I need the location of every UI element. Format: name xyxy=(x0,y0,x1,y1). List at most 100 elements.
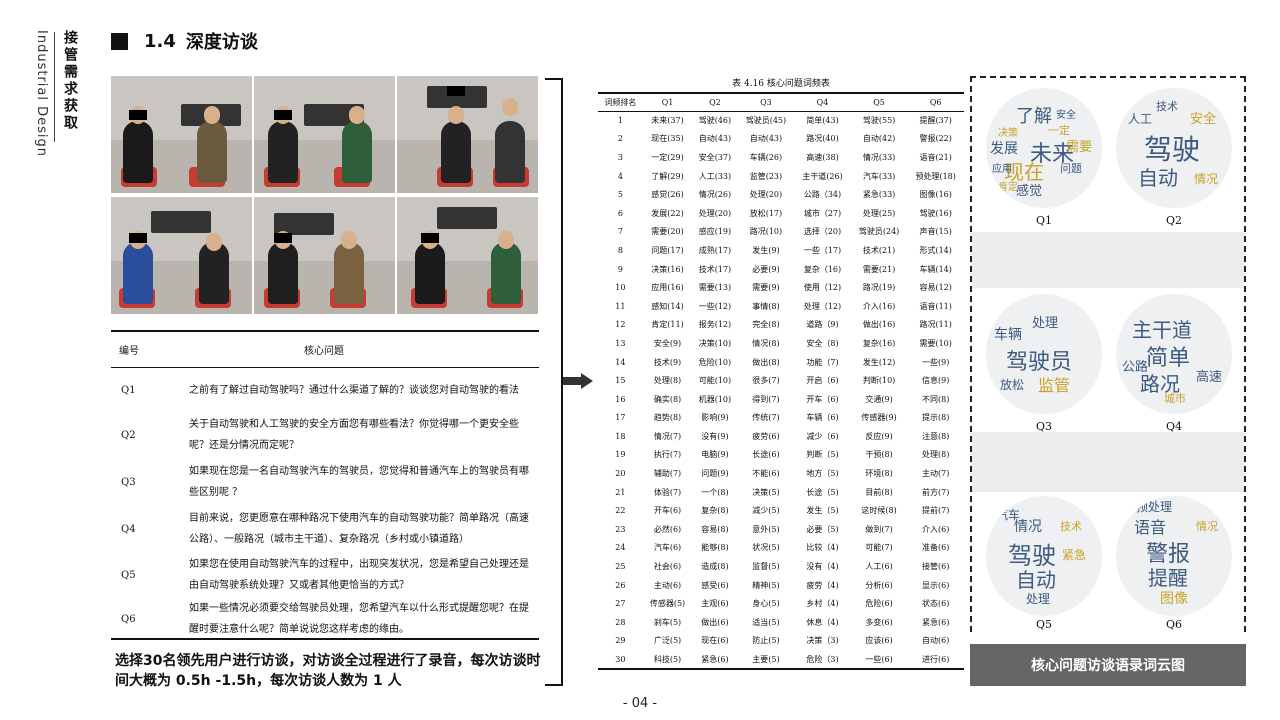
page-number: - 04 - xyxy=(622,696,658,711)
cloud-label-q5: Q5 xyxy=(1035,618,1053,631)
rank-cell: 24 xyxy=(615,543,626,553)
freq-cell: 适当(5) xyxy=(752,617,780,627)
freq-cell: 做出(8) xyxy=(752,357,780,367)
freq-cell: 社会(6) xyxy=(653,562,682,572)
cloud-word: 问题 xyxy=(1060,162,1082,175)
question-row: Q6 如果一些情况必须要交给驾驶员处理，您希望汽车以什么形式提醒您呢？在提醒时要… xyxy=(111,598,539,640)
interview-photo xyxy=(111,76,252,193)
freq-cell: 选择（20) xyxy=(803,227,842,237)
freq-table-row: 18 情况(7) 没有(9) 疲劳(6) 减少（6) 反应(9) 注意(8) xyxy=(598,427,964,446)
rank-cell: 30 xyxy=(615,654,626,664)
freq-cell: 图像(16) xyxy=(919,190,952,200)
freq-cell: 防止(5) xyxy=(752,636,780,646)
freq-cell: 事情(8) xyxy=(752,301,780,311)
freq-table-row: 27 传感器(5) 主观(6) 身心(5) 乡村（4) 危险(6) 状态(6) xyxy=(598,594,964,613)
freq-cell: 传感器(5) xyxy=(649,599,686,609)
freq-cell: 了解(29) xyxy=(651,171,684,181)
freq-cell: 准备(6) xyxy=(922,543,950,553)
rank-cell: 20 xyxy=(615,469,626,479)
rank-cell: 8 xyxy=(617,245,623,255)
freq-table-row: 4 了解(29) 人工(33) 监管(23) 主干道(26) 汽车(33) 预处理(18) xyxy=(598,167,964,186)
freq-cell: 监管(23) xyxy=(749,171,783,181)
cloud-word: 一定 xyxy=(1048,124,1070,137)
sidebar-chinese: 接管需求获取 xyxy=(62,30,78,132)
freq-cell: 人工(33) xyxy=(698,171,732,181)
freq-table-header: 词频排名 Q1 Q2 Q3 Q4 Q5 Q6 xyxy=(598,93,964,111)
cloud-row: 驾驶 自动 情况 汽车 紧急 处理 技术 警报 提醒 语音 预处理 图像 情况 … xyxy=(972,492,1244,632)
cloud-word: 语音 xyxy=(1134,518,1167,537)
freq-cell: 电脑(9) xyxy=(701,450,729,460)
word-cloud-q3: 驾驶员 监管 车辆 处理 放松 xyxy=(986,294,1102,414)
rank-cell: 18 xyxy=(615,431,626,441)
freq-cell: 成熟(17) xyxy=(698,245,732,255)
cloud-word: 安全 xyxy=(1056,110,1076,121)
freq-cell: 没有(9) xyxy=(701,431,729,441)
freq-cell: 复杂(8) xyxy=(701,506,729,516)
word-cloud-panel: 了解 未来 现在 发展 感觉 决策 需要 问题 一定 应用 肯定 安全 驾驶 自… xyxy=(970,76,1246,632)
rank-cell: 21 xyxy=(615,487,626,497)
freq-cell: 这时候(8) xyxy=(861,506,897,516)
freq-cell: 车辆(26) xyxy=(749,152,783,162)
freq-cell: 前方(7) xyxy=(922,487,950,497)
core-question-table: 编号 核心问题 Q1 之前有了解过自动驾驶吗？通过什么渠道了解的？谈谈您对自动驾… xyxy=(111,330,539,640)
freq-cell: 处理(8) xyxy=(922,450,950,460)
freq-cell: 疲劳(6) xyxy=(752,431,780,441)
freq-cell: 危险（3) xyxy=(806,654,839,664)
freq-cell: 驾驶员(45) xyxy=(745,116,787,126)
header-q5: Q5 xyxy=(873,97,885,107)
interview-photo-grid xyxy=(111,76,539,316)
freq-cell: 处理(20) xyxy=(698,208,732,218)
freq-cell: 开车(6) xyxy=(653,506,682,516)
word-cloud-q4: 主干道 简单 路况 公路 高速 城市 xyxy=(1116,294,1232,414)
freq-cell: 现在(6) xyxy=(701,636,729,646)
freq-cell: 现在(35) xyxy=(651,134,684,144)
freq-cell: 城市（27) xyxy=(803,208,842,218)
freq-cell: 功能（7) xyxy=(806,357,839,367)
freq-cell: 复杂（16) xyxy=(803,264,842,274)
freq-cell: 刹车(5) xyxy=(653,617,682,627)
rank-cell: 3 xyxy=(617,152,623,162)
freq-cell: 决策（3) xyxy=(806,636,839,646)
freq-cell: 做出(16) xyxy=(862,320,896,330)
freq-cell: 必要(9) xyxy=(752,264,780,274)
freq-cell: 需要(10) xyxy=(919,338,952,348)
freq-cell: 容易(8) xyxy=(701,524,729,534)
freq-cell: 驾驶(55) xyxy=(862,116,896,126)
freq-table-row: 15 处理(8) 可能(10) 很多(7) 开启（6) 判断(10) 信息(9) xyxy=(598,371,964,390)
freq-cell: 需要(13) xyxy=(698,283,732,293)
freq-cell: 分析(6) xyxy=(865,580,893,590)
freq-cell: 精神(5) xyxy=(752,580,780,590)
cloud-word: 主干道 xyxy=(1132,318,1192,342)
freq-cell: 预处理(18) xyxy=(915,171,956,181)
cloud-word: 技术 xyxy=(1060,520,1082,533)
freq-table-row: 28 刹车(5) 做出(6) 适当(5) 休息（4) 多变(6) 紧急(6) xyxy=(598,613,964,632)
interview-photo xyxy=(397,76,538,193)
freq-table-row: 10 应用(16) 需要(13) 需要(9) 使用（12) 路况(19) 容易(12) xyxy=(598,278,964,297)
freq-cell: 开启（6) xyxy=(806,376,839,386)
question-id: Q4 xyxy=(121,523,136,535)
freq-cell: 技术(21) xyxy=(862,245,896,255)
freq-cell: 技术(9) xyxy=(653,357,682,367)
freq-cell: 长途(6) xyxy=(752,450,780,460)
cloud-word: 应用 xyxy=(992,164,1012,175)
rank-cell: 25 xyxy=(615,562,626,572)
freq-table-row: 16 确实(8) 机器(10) 得到(7) 开车（6) 交通(9) 不同(8) xyxy=(598,390,964,409)
question-row: Q5 如果您在使用自动驾驶汽车的过程中，出现突发状况，您是希望自己处理还是由自动… xyxy=(111,552,539,598)
word-frequency-table: 表 4.16 核心问题词频表 词频排名 Q1 Q2 Q3 Q4 Q5 Q6 1 未… xyxy=(598,76,964,690)
freq-cell: 高速(38) xyxy=(806,152,839,162)
rank-cell: 4 xyxy=(617,171,623,181)
rank-cell: 10 xyxy=(615,283,626,293)
rank-cell: 17 xyxy=(615,413,626,423)
freq-cell: 一个(8) xyxy=(701,487,729,497)
freq-cell: 危险(10) xyxy=(698,357,732,367)
cloud-word: 预处理 xyxy=(1136,500,1173,514)
freq-cell: 主动(6) xyxy=(653,580,682,590)
freq-cell: 语音(11) xyxy=(919,301,952,311)
freq-cell: 一些(12) xyxy=(698,301,732,311)
header-q1: Q1 xyxy=(661,97,674,107)
question-id: Q6 xyxy=(121,613,136,625)
freq-cell: 监督(5) xyxy=(752,562,780,572)
question-id: Q2 xyxy=(121,429,136,441)
freq-cell: 乡村（4) xyxy=(806,599,839,609)
rank-cell: 9 xyxy=(617,264,623,274)
